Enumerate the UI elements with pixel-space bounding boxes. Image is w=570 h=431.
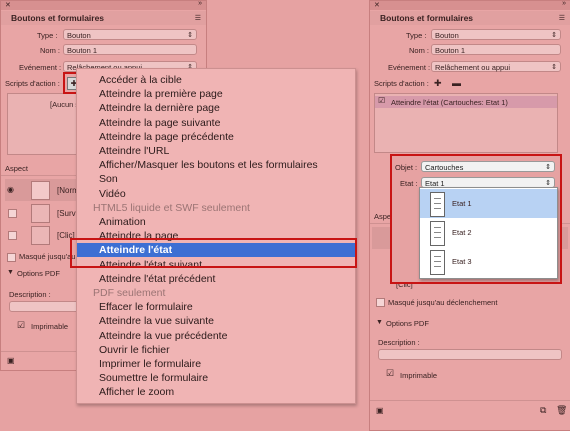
event-label: Evénement : <box>388 63 431 72</box>
description-field[interactable] <box>378 349 562 360</box>
menu-item[interactable]: Afficher le zoom <box>77 385 355 399</box>
menu-section-header: PDF seulement <box>93 287 166 299</box>
actions-list[interactable]: ☑ Atteindre l'état (Cartouches: Etat 1) <box>374 93 558 153</box>
menu-item[interactable]: Vidéo <box>77 187 355 201</box>
type-select[interactable]: Bouton ⇕ <box>431 29 561 40</box>
hidden-checkbox[interactable] <box>7 253 16 262</box>
action-popup-menu[interactable]: Accéder à la cible Atteindre la première … <box>76 68 356 404</box>
hidden-label: Masqué jusqu'au déclenchement <box>388 298 498 307</box>
disclosure-triangle-icon[interactable]: ▼ <box>376 319 383 326</box>
type-select[interactable]: Bouton ⇕ <box>63 29 197 40</box>
actions-empty-text: [Aucun s <box>50 100 80 109</box>
menu-item[interactable]: Animation <box>77 215 355 229</box>
menu-item[interactable]: Imprimer le formulaire <box>77 357 355 371</box>
menu-item[interactable]: Atteindre la page suivante <box>77 116 355 130</box>
callout-frame <box>390 154 562 284</box>
add-action-icon[interactable]: ✚ <box>434 78 442 89</box>
type-label: Type : <box>37 31 58 40</box>
menu-item[interactable]: Afficher/Masquer les boutons et les form… <box>77 158 355 172</box>
scripts-label: Scripts d'action : <box>5 79 60 88</box>
printable-label: Imprimable <box>31 322 69 331</box>
checkmark-icon[interactable]: ☑ <box>386 368 394 379</box>
state-thumbnail <box>31 181 50 200</box>
checkmark-icon[interactable]: ☑ <box>17 320 25 331</box>
menu-item[interactable]: Ouvrir le fichier <box>77 343 355 357</box>
menu-item[interactable]: Atteindre la dernière page <box>77 101 355 115</box>
panel-title: Boutons et formulaires <box>11 13 105 23</box>
trash-icon[interactable]: 🗑 <box>556 405 567 416</box>
type-value: Bouton <box>67 31 91 40</box>
eye-icon[interactable]: ◉ <box>7 185 14 194</box>
menu-item[interactable]: Soumettre le formulaire <box>77 371 355 385</box>
menu-item[interactable]: Atteindre la page précédente <box>77 130 355 144</box>
menu-item[interactable]: Atteindre la première page <box>77 87 355 101</box>
checkmark-icon[interactable]: ☑ <box>378 96 385 105</box>
panel-menu-icon[interactable]: ☰ <box>559 14 565 22</box>
close-icon[interactable]: ✕ <box>374 1 380 9</box>
panel-tab[interactable]: Boutons et formulaires ☰ <box>370 11 570 25</box>
remove-action-icon[interactable]: ▬ <box>452 78 461 88</box>
menu-item[interactable]: Effacer le formulaire <box>77 300 355 314</box>
preview-icon[interactable]: ▣ <box>376 406 384 415</box>
panel-titlebar[interactable]: ✕ » <box>1 0 206 10</box>
name-value: Bouton 1 <box>435 46 466 55</box>
select-arrows-icon: ⇕ <box>187 32 193 39</box>
panel-menu-icon[interactable]: ☰ <box>195 14 201 22</box>
description-label: Description : <box>9 290 51 299</box>
name-label: Nom : <box>40 46 61 55</box>
state-thumbnail <box>31 204 50 223</box>
name-value: Bouton 1 <box>67 46 98 55</box>
pdf-options-label: Options PDF <box>17 269 60 278</box>
aspect-label: Aspect <box>5 164 28 173</box>
name-label: Nom : <box>409 46 430 55</box>
hidden-checkbox[interactable] <box>376 298 385 307</box>
state-checkbox[interactable] <box>8 231 17 240</box>
state-checkbox[interactable] <box>8 209 17 218</box>
name-field[interactable]: Bouton 1 <box>431 44 561 55</box>
description-label: Description : <box>378 338 420 347</box>
type-label: Type : <box>406 31 427 40</box>
collapse-icon[interactable]: » <box>198 0 202 7</box>
menu-item[interactable]: Son <box>77 172 355 186</box>
printable-label: Imprimable <box>400 371 438 380</box>
action-item[interactable]: ☑ Atteindre l'état (Cartouches: Etat 1) <box>375 96 557 108</box>
menu-item[interactable]: Atteindre l'URL <box>77 144 355 158</box>
menu-item[interactable]: Atteindre la vue suivante <box>77 314 355 328</box>
panel-title: Boutons et formulaires <box>380 13 474 23</box>
disclosure-triangle-icon[interactable]: ▼ <box>7 269 14 276</box>
preview-icon[interactable]: ▣ <box>7 356 15 365</box>
state-thumbnail <box>31 226 50 245</box>
name-field[interactable]: Bouton 1 <box>63 44 197 55</box>
action-item-label: Atteindre l'état (Cartouches: Etat 1) <box>391 98 508 107</box>
select-arrows-icon: ⇕ <box>551 32 557 39</box>
pdf-options-label: Options PDF <box>386 319 429 328</box>
new-state-icon[interactable]: ⧉ <box>540 405 546 416</box>
menu-section-header: HTML5 liquide et SWF seulement <box>93 201 250 214</box>
type-value: Bouton <box>435 31 459 40</box>
panel-titlebar[interactable]: ✕ » <box>370 0 570 10</box>
close-icon[interactable]: ✕ <box>5 1 11 9</box>
scripts-label: Scripts d'action : <box>374 79 429 88</box>
menu-item[interactable]: Atteindre l'état précédent <box>77 272 355 286</box>
menu-item[interactable]: Atteindre la vue précédente <box>77 329 355 343</box>
event-select[interactable]: Relâchement ou appui ⇕ <box>431 61 561 72</box>
event-value: Relâchement ou appui <box>435 63 511 72</box>
divider <box>370 400 570 401</box>
panel-tab[interactable]: Boutons et formulaires ☰ <box>1 11 206 25</box>
collapse-icon[interactable]: » <box>562 0 566 7</box>
menu-item[interactable]: Accéder à la cible <box>77 73 355 87</box>
event-label: Evénement : <box>19 63 62 72</box>
callout-frame <box>70 238 357 268</box>
select-arrows-icon: ⇕ <box>551 64 557 71</box>
